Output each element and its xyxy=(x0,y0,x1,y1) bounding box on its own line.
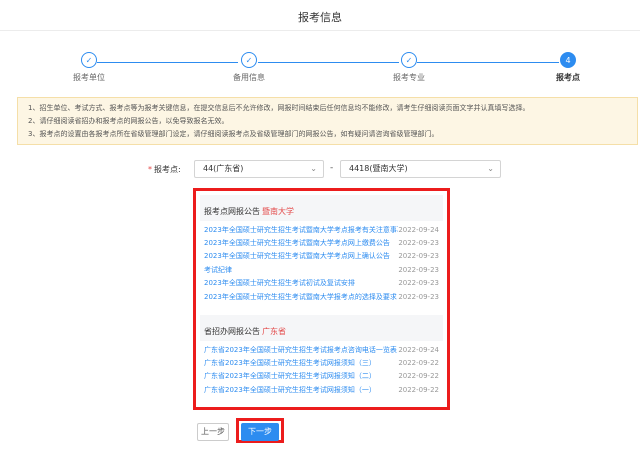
notice-link[interactable]: 广东省2023年全国硕士研究生招生考试网报须知（二） xyxy=(204,371,376,381)
divider xyxy=(0,30,640,31)
notice-date: 2022-09-23 xyxy=(398,292,439,301)
notice-line: 1、招生单位、考试方式、报考点等为报考关键信息，在提交信息后不允许修改，网报时间… xyxy=(28,104,530,112)
notice-link[interactable]: 广东省2023年全国硕士研究生招生考试报考点咨询电话一览表 xyxy=(204,345,397,355)
check-icon: ✓ xyxy=(241,52,257,68)
site-notice-list: 2023年全国硕士研究生招生考试暨南大学考点报考有关注意事项 2022-09-24… xyxy=(200,221,443,308)
notice-link[interactable]: 考试纪律 xyxy=(204,265,232,275)
step-backup-info: ✓ 备用信息 xyxy=(209,52,289,83)
notice-highlight-frame: 报考点网报公告 暨南大学 2023年全国硕士研究生招生考试暨南大学考点报考有关注意… xyxy=(193,188,450,410)
notice-link[interactable]: 2023年全国硕士研究生招生考试暨南大学报考点的选择及要求 xyxy=(204,292,397,302)
notice-date: 2022-09-22 xyxy=(398,372,439,381)
notice-date: 2022-09-23 xyxy=(398,252,439,261)
province-notice-list: 广东省2023年全国硕士研究生招生考试报考点咨询电话一览表 2022-09-24 广… xyxy=(200,341,443,401)
step-label: 备用信息 xyxy=(233,73,265,82)
site-notice-header: 报考点网报公告 暨南大学 xyxy=(204,207,294,216)
list-item[interactable]: 广东省2023年全国硕士研究生招生考试报考点咨询电话一览表 2022-09-24 xyxy=(200,343,443,356)
separator: - xyxy=(330,163,334,173)
list-item[interactable]: 2023年全国硕士研究生招生考试暨南大学考点报考有关注意事项 2022-09-24 xyxy=(200,223,443,236)
notice-date: 2022-09-23 xyxy=(398,239,439,248)
next-button[interactable]: 下一步 xyxy=(241,423,279,441)
notice-link[interactable]: 2023年全国硕士研究生招生考试暨南大学考点网上缴费公告 xyxy=(204,238,390,248)
required-mark: * xyxy=(148,165,152,174)
notice-box: 1、招生单位、考试方式、报考点等为报考关键信息，在提交信息后不允许修改，网报时间… xyxy=(17,97,638,145)
notice-link[interactable]: 2023年全国硕士研究生招生考试暨南大学考点报考有关注意事项 xyxy=(204,225,398,235)
chevron-down-icon: ⌄ xyxy=(310,164,317,173)
notice-date: 2022-09-24 xyxy=(398,225,439,234)
chevron-down-icon: ⌄ xyxy=(487,164,494,173)
site-notice-panel: 报考点网报公告 暨南大学 2023年全国硕士研究生招生考试暨南大学考点报考有关注意… xyxy=(200,195,443,308)
notice-date: 2022-09-22 xyxy=(398,385,439,394)
step-label: 报考点 xyxy=(556,73,580,82)
notice-link[interactable]: 广东省2023年全国硕士研究生招生考试网报须知（三） xyxy=(204,358,376,368)
site-select[interactable]: 4418(暨南大学) ⌄ xyxy=(340,160,501,178)
notice-date: 2022-09-22 xyxy=(398,359,439,368)
list-item[interactable]: 2023年全国硕士研究生招生考试暨南大学考点网上确认公告 2022-09-23 xyxy=(200,250,443,263)
list-item[interactable]: 2023年全国硕士研究生招生考试暨南大学报考点的选择及要求 2022-09-23 xyxy=(200,290,443,303)
step-major: ✓ 报考专业 xyxy=(369,52,449,83)
notice-link[interactable]: 2023年全国硕士研究生招生考试初试及复试安排 xyxy=(204,278,355,288)
check-icon: ✓ xyxy=(401,52,417,68)
step-number: 4 xyxy=(560,52,576,68)
list-item[interactable]: 广东省2023年全国硕士研究生招生考试网报须知（二） 2022-09-22 xyxy=(200,370,443,383)
notice-date: 2022-09-23 xyxy=(398,279,439,288)
list-item[interactable]: 广东省2023年全国硕士研究生招生考试网报须知（一） 2022-09-22 xyxy=(200,383,443,396)
province-notice-panel: 省招办网报公告 广东省 广东省2023年全国硕士研究生招生考试报考点咨询电话一览表… xyxy=(200,315,443,401)
notice-line: 2、请仔细阅读省招办和报考点的网报公告，以免导致报名无效。 xyxy=(28,117,229,125)
page-title: 报考信息 xyxy=(298,11,342,24)
list-item[interactable]: 2023年全国硕士研究生招生考试初试及复试安排 2022-09-23 xyxy=(200,277,443,290)
step-label: 报考单位 xyxy=(73,73,105,82)
list-item[interactable]: 广东省2023年全国硕士研究生招生考试网报须知（三） 2022-09-22 xyxy=(200,356,443,369)
prev-button[interactable]: 上一步 xyxy=(197,423,229,441)
province-notice-header: 省招办网报公告 广东省 xyxy=(204,327,286,336)
step-progress: ✓ 报考单位 ✓ 备用信息 ✓ 报考专业 4 报考点 xyxy=(0,52,640,86)
list-item[interactable]: 考试纪律 2022-09-23 xyxy=(200,263,443,276)
notice-date: 2022-09-23 xyxy=(398,265,439,274)
notice-line: 3、报考点的设置由各报考点所在省级管理部门设定，请仔细阅读报考点及省级管理部门的… xyxy=(28,130,439,138)
exam-site-label: * 报考点: xyxy=(148,165,181,174)
notice-date: 2022-09-24 xyxy=(398,345,439,354)
step-exam-site: 4 报考点 xyxy=(528,52,608,83)
notice-link[interactable]: 2023年全国硕士研究生招生考试暨南大学考点网上确认公告 xyxy=(204,251,390,261)
exam-site-row: * 报考点: 44(广东省) ⌄ - 4418(暨南大学) ⌄ xyxy=(0,160,640,180)
province-select[interactable]: 44(广东省) ⌄ xyxy=(194,160,324,178)
check-icon: ✓ xyxy=(81,52,97,68)
step-unit: ✓ 报考单位 xyxy=(49,52,129,83)
list-item[interactable]: 2023年全国硕士研究生招生考试暨南大学考点网上缴费公告 2022-09-23 xyxy=(200,236,443,249)
notice-link[interactable]: 广东省2023年全国硕士研究生招生考试网报须知（一） xyxy=(204,385,376,395)
step-label: 报考专业 xyxy=(393,73,425,82)
